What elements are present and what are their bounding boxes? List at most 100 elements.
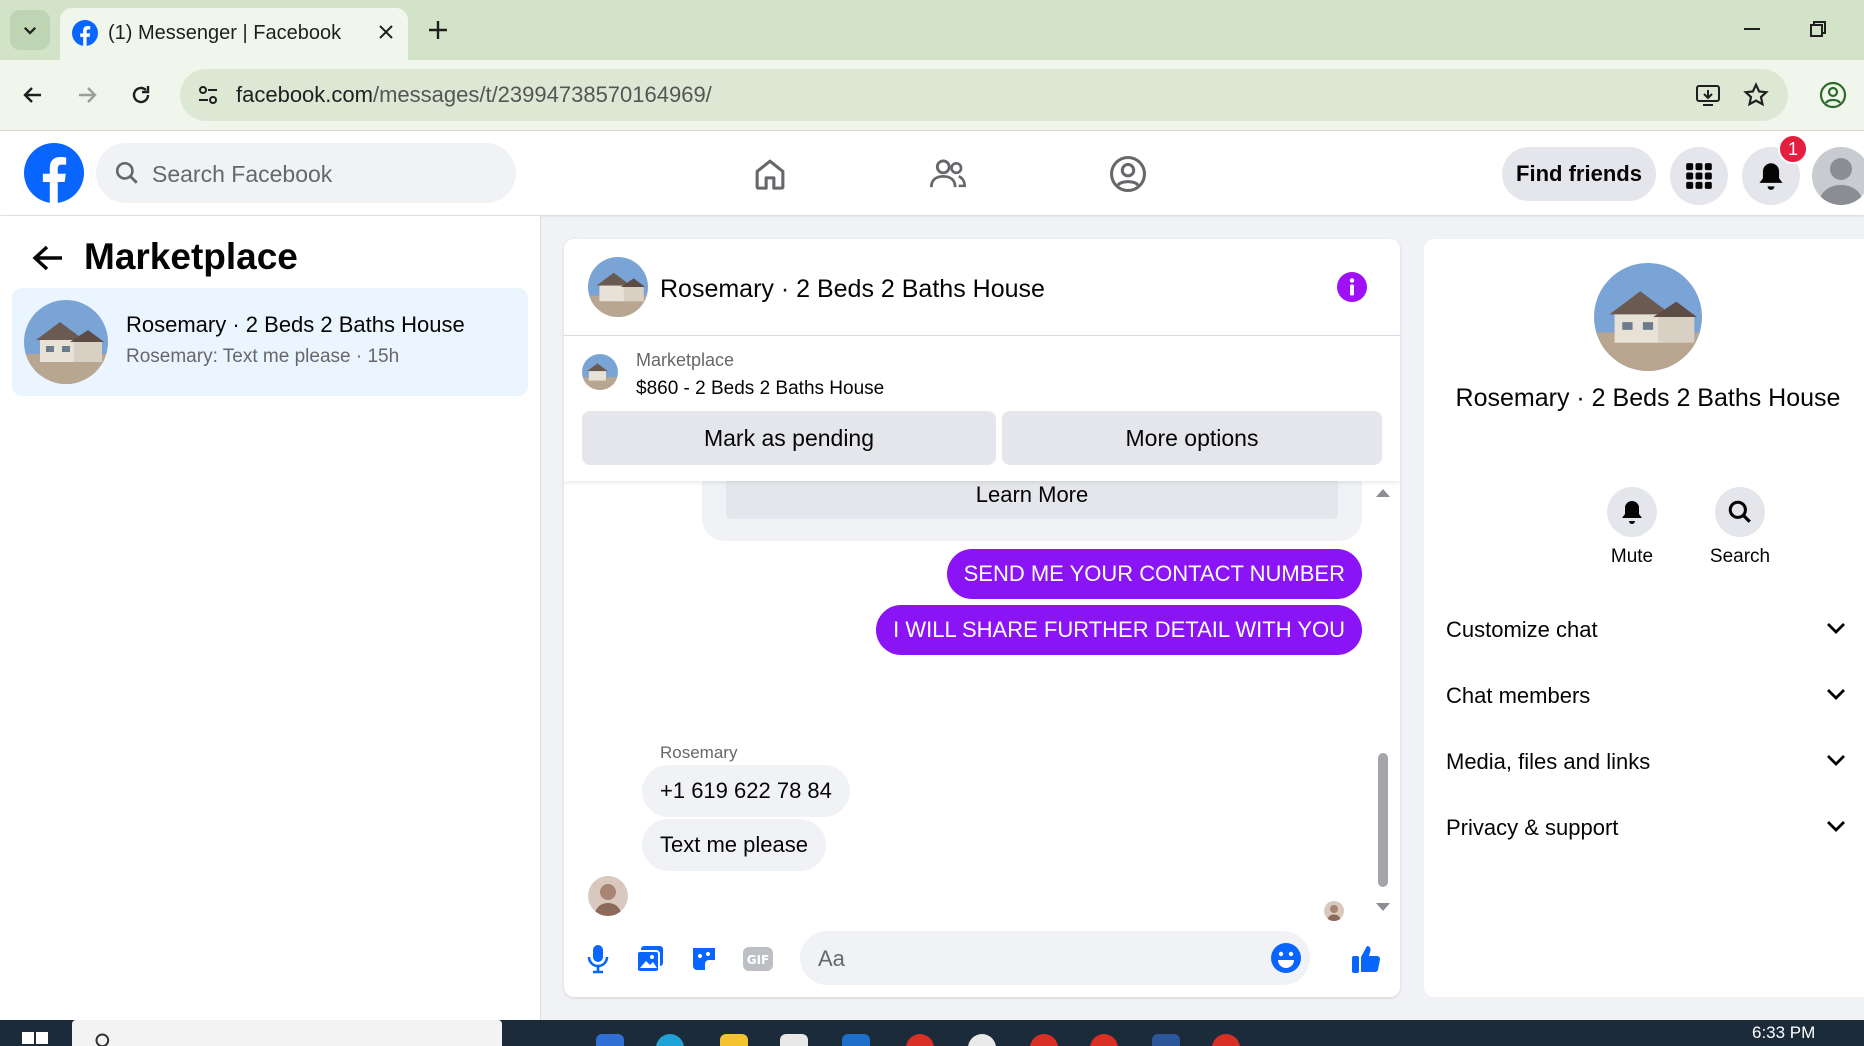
facebook-search-box[interactable] — [96, 143, 516, 205]
incoming-message[interactable]: +1 619 622 78 84 — [642, 765, 850, 817]
taskbar-search-box[interactable] — [72, 1020, 502, 1046]
outgoing-message[interactable]: I WILL SHARE FURTHER DETAIL WITH YOU — [876, 605, 1362, 655]
browser-tab-messenger[interactable]: (1) Messenger | Facebook — [60, 8, 408, 60]
nav-friends[interactable] — [898, 145, 998, 203]
mute-label: Mute — [1610, 546, 1654, 567]
forward-arrow-icon[interactable] — [70, 78, 104, 112]
svg-text:GIF: GIF — [747, 953, 770, 967]
taskbar-chrome-icon[interactable] — [1090, 1034, 1118, 1046]
url-path: /messages/t/23994738570164969/ — [372, 82, 712, 107]
microphone-icon[interactable] — [580, 941, 616, 977]
grid-menu-icon — [1686, 163, 1712, 189]
taskbar-app-icon[interactable] — [596, 1034, 624, 1046]
section-label: Chat members — [1446, 683, 1591, 708]
taskbar-folder-icon[interactable] — [720, 1034, 748, 1046]
emoji-icon[interactable] — [1270, 942, 1302, 974]
taskbar-mail-icon[interactable] — [842, 1034, 870, 1046]
new-tab-plus-icon[interactable] — [424, 16, 452, 44]
find-friends-button[interactable]: Find friends — [1502, 147, 1656, 201]
search-conversation-button[interactable]: Search — [1700, 487, 1780, 568]
url-domain: facebook.com — [236, 82, 373, 107]
chevron-down-icon — [1827, 623, 1845, 634]
marketplace-info-message: Learn More — [702, 481, 1362, 541]
taskbar-chrome-icon[interactable] — [1212, 1034, 1240, 1046]
taskbar-chrome-icon[interactable] — [1030, 1034, 1058, 1046]
conversation-item[interactable]: Rosemary · 2 Beds 2 Baths House Rosemary… — [12, 288, 528, 396]
info-icon[interactable] — [1336, 271, 1368, 303]
more-options-button[interactable]: More options — [1002, 411, 1382, 465]
install-app-icon[interactable] — [1694, 81, 1722, 109]
privacy-support-row[interactable]: Privacy & support — [1446, 803, 1846, 855]
section-label: Customize chat — [1446, 617, 1598, 642]
mute-button[interactable]: Mute — [1592, 487, 1672, 568]
tab-close-icon[interactable] — [374, 20, 398, 44]
default-avatar-icon — [1818, 158, 1864, 205]
back-arrow-icon[interactable] — [16, 78, 50, 112]
conversation-details-panel: Rosemary · 2 Beds 2 Baths House Mute Sea… — [1424, 239, 1864, 997]
message-input-box[interactable] — [800, 931, 1310, 987]
conversation-avatar[interactable] — [1594, 263, 1702, 371]
marketplace-listing-card: Marketplace $860 - 2 Beds 2 Baths House … — [564, 336, 1400, 481]
photo-gallery-icon[interactable] — [632, 941, 668, 977]
chevron-down-icon — [1827, 755, 1845, 766]
menu-button[interactable] — [1670, 147, 1728, 205]
media-files-links-row[interactable]: Media, files and links — [1446, 737, 1846, 789]
thumbs-up-icon[interactable] — [1348, 941, 1384, 977]
scroll-up-arrow-icon[interactable] — [1374, 487, 1392, 499]
account-avatar[interactable] — [1812, 147, 1864, 205]
window-restore-icon[interactable] — [1800, 14, 1836, 44]
incoming-message[interactable]: Text me please — [642, 819, 826, 871]
search-icon — [1728, 500, 1751, 523]
chat-header: Rosemary · 2 Beds 2 Baths House — [564, 239, 1400, 336]
tab-title: (1) Messenger | Facebook — [108, 22, 342, 44]
sticker-icon[interactable] — [686, 941, 722, 977]
message-composer: GIF — [564, 921, 1400, 997]
facebook-header: Find friends — [0, 131, 1864, 215]
listing-title[interactable]: $860 - 2 Beds 2 Baths House — [636, 378, 884, 400]
message-input[interactable] — [816, 931, 1240, 987]
outgoing-message[interactable]: SEND ME YOUR CONTACT NUMBER — [946, 549, 1362, 599]
facebook-logo-icon[interactable] — [24, 143, 84, 203]
chevron-down-icon — [1827, 821, 1845, 832]
section-label: Privacy & support — [1446, 815, 1619, 840]
customize-chat-row[interactable]: Customize chat — [1446, 605, 1846, 657]
scrollbar-thumb[interactable] — [1378, 753, 1388, 887]
notification-count-badge: 1 — [1778, 134, 1808, 164]
section-label: Media, files and links — [1446, 749, 1651, 774]
message-thread[interactable]: Learn More SEND ME YOUR CONTACT NUMBER I… — [564, 481, 1400, 921]
window-minimize-icon[interactable] — [1734, 14, 1770, 44]
sender-name: Rosemary — [660, 743, 738, 762]
chat-title[interactable]: Rosemary · 2 Beds 2 Baths House — [660, 275, 1045, 304]
search-icon — [95, 1033, 110, 1046]
mark-as-pending-button[interactable]: Mark as pending — [582, 411, 996, 465]
taskbar-app-icon[interactable] — [968, 1034, 996, 1046]
chat-members-row[interactable]: Chat members — [1446, 671, 1846, 723]
site-settings-icon[interactable] — [194, 81, 222, 109]
taskbar-chrome-icon[interactable] — [906, 1034, 934, 1046]
scroll-down-arrow-icon[interactable] — [1374, 901, 1392, 913]
taskbar-clock[interactable]: 6:33 PM — [1752, 1023, 1815, 1043]
sender-avatar[interactable] — [588, 876, 628, 916]
url-omnibox[interactable]: facebook.com/messages/t/2399473857016496… — [180, 69, 1788, 121]
taskbar-word-icon[interactable] — [1152, 1034, 1180, 1046]
learn-more-button[interactable]: Learn More — [726, 481, 1338, 519]
browser-profile-icon[interactable] — [1816, 78, 1850, 112]
chat-avatar[interactable] — [588, 257, 648, 317]
url-text[interactable]: facebook.com/messages/t/2399473857016496… — [236, 82, 712, 108]
browser-tab-bar: (1) Messenger | Facebook — [0, 0, 1864, 60]
nav-profile[interactable] — [1078, 145, 1178, 203]
gif-icon[interactable]: GIF — [740, 941, 776, 977]
facebook-search-input[interactable] — [150, 143, 494, 205]
bookmark-star-icon[interactable] — [1742, 81, 1770, 109]
marketplace-inbox-panel: Marketplace Rosemary · 2 Beds 2 Baths Ho… — [0, 216, 541, 1020]
back-arrow-icon[interactable] — [28, 238, 68, 278]
nav-home[interactable] — [720, 145, 820, 203]
taskbar-store-icon[interactable] — [780, 1034, 808, 1046]
windows-start-icon[interactable] — [22, 1032, 48, 1046]
taskbar-edge-icon[interactable] — [656, 1034, 684, 1046]
tab-search-button[interactable] — [10, 10, 50, 50]
listing-thumbnail[interactable] — [582, 354, 618, 390]
conversation-preview: Rosemary: Text me please · 15h — [126, 346, 400, 367]
reload-icon[interactable] — [124, 78, 158, 112]
house-thumbnail-avatar — [24, 300, 108, 384]
